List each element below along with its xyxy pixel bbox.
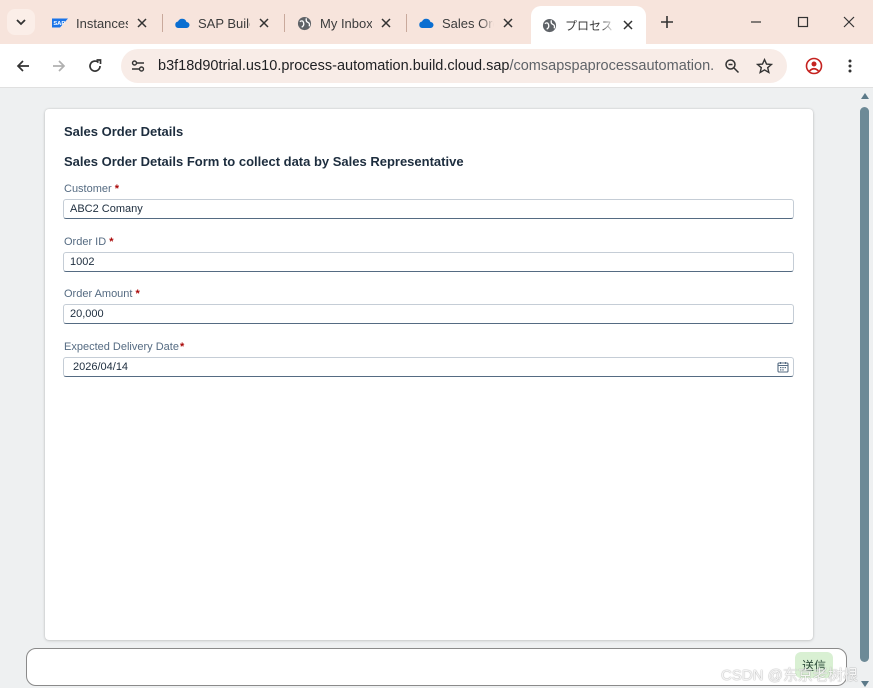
tab-title: Sales Orc xyxy=(442,15,494,31)
minimize-button[interactable] xyxy=(741,8,771,36)
scroll-down-arrow[interactable] xyxy=(861,681,869,687)
order-amount-label: Order Amount * xyxy=(64,288,140,300)
scroll-up-arrow[interactable] xyxy=(861,93,869,99)
close-window-button[interactable] xyxy=(834,8,864,36)
order-amount-label-text: Order Amount xyxy=(64,288,133,300)
form-card: Sales Order Details Sales Order Details … xyxy=(45,109,813,640)
forward-button[interactable] xyxy=(46,53,72,79)
tab-title: Instances xyxy=(76,15,128,31)
customer-value: ABC2 Comany xyxy=(70,203,143,215)
tab-separator xyxy=(162,14,163,32)
cloud-icon xyxy=(418,15,434,31)
customer-label-text: Customer xyxy=(64,183,112,195)
tab-separator xyxy=(406,14,407,32)
customer-input[interactable]: ABC2 Comany xyxy=(63,199,794,219)
close-icon[interactable] xyxy=(134,15,150,31)
close-icon[interactable] xyxy=(500,15,516,31)
zoom-icon xyxy=(725,59,740,74)
tab-search-button[interactable] xyxy=(7,9,35,35)
reload-icon xyxy=(89,59,102,72)
cloud-icon xyxy=(174,15,190,31)
site-settings-icon[interactable] xyxy=(129,57,147,75)
avatar-icon xyxy=(805,57,823,75)
maximize-button[interactable] xyxy=(788,8,818,36)
url-path: /comsapspaprocessautomation.c... xyxy=(509,58,714,74)
url-domain: b3f18d90trial.us10.process-automation.bu… xyxy=(158,58,510,74)
svg-text:SAP: SAP xyxy=(53,21,65,27)
bookmark-button[interactable] xyxy=(754,56,774,76)
order-amount-value: 20,000 xyxy=(70,308,104,320)
required-marker: * xyxy=(179,341,185,353)
zoom-button[interactable] xyxy=(722,56,742,76)
globe-icon xyxy=(296,15,312,31)
menu-button[interactable] xyxy=(837,53,863,79)
watermark: CSDN @东京老树根 xyxy=(721,667,858,684)
required-marker: * xyxy=(109,236,114,248)
arrow-right-icon xyxy=(53,60,66,72)
tab-instances[interactable]: SAP Instances xyxy=(42,6,160,40)
tab-title: プロセスオ- xyxy=(565,18,614,33)
order-id-value: 1002 xyxy=(70,256,95,268)
order-amount-input[interactable]: 20,000 xyxy=(63,304,794,324)
profile-button[interactable] xyxy=(801,53,827,79)
order-id-label: Order ID * xyxy=(64,236,113,248)
star-icon xyxy=(755,57,773,74)
delivery-date-input[interactable]: 2026/04/14 xyxy=(63,357,794,377)
maximize-icon xyxy=(797,16,809,28)
chevron-down-icon xyxy=(16,19,26,26)
close-icon[interactable] xyxy=(256,15,272,31)
close-icon[interactable] xyxy=(620,17,636,33)
address-bar[interactable]: b3f18d90trial.us10.process-automation.bu… xyxy=(121,49,787,83)
tab-strip: SAP Instances SAP Build My Inbox Sales O… xyxy=(0,0,873,44)
new-tab-button[interactable] xyxy=(656,11,678,33)
order-id-input[interactable]: 1002 xyxy=(63,252,794,272)
back-button[interactable] xyxy=(10,53,36,79)
url-text[interactable]: b3f18d90trial.us10.process-automation.bu… xyxy=(158,58,714,74)
tab-sales-order[interactable]: Sales Orc xyxy=(408,6,526,40)
delivery-date-label-text: Expected Delivery Date xyxy=(64,341,179,353)
tab-process-active[interactable]: プロセスオ- xyxy=(531,6,646,44)
sap-logo-icon: SAP xyxy=(52,15,68,31)
arrow-left-icon xyxy=(16,60,29,72)
page-viewport: Sales Order Details Sales Order Details … xyxy=(0,87,873,688)
form-subtitle: Sales Order Details Form to collect data… xyxy=(64,154,464,169)
delivery-date-label: Expected Delivery Date* xyxy=(64,341,184,353)
customer-label: Customer * xyxy=(64,183,119,195)
required-marker: * xyxy=(135,288,140,300)
minimize-icon xyxy=(751,21,761,23)
scroll-thumb[interactable] xyxy=(860,107,869,662)
more-vert-icon xyxy=(848,59,852,73)
calendar-icon[interactable] xyxy=(777,361,789,373)
tab-title: SAP Build xyxy=(198,15,250,31)
order-id-label-text: Order ID xyxy=(64,236,107,248)
tab-title: My Inbox xyxy=(320,15,372,31)
tab-sap-build[interactable]: SAP Build xyxy=(164,6,282,40)
form-title: Sales Order Details xyxy=(64,124,184,139)
vertical-scrollbar[interactable] xyxy=(858,88,873,688)
delivery-date-value: 2026/04/14 xyxy=(73,361,129,373)
plus-icon xyxy=(661,16,673,28)
browser-toolbar: b3f18d90trial.us10.process-automation.bu… xyxy=(0,44,873,87)
reload-button[interactable] xyxy=(82,53,108,79)
required-marker: * xyxy=(114,183,119,195)
tab-my-inbox[interactable]: My Inbox xyxy=(286,6,404,40)
close-icon[interactable] xyxy=(378,15,394,31)
close-icon xyxy=(843,16,855,28)
tab-separator xyxy=(284,14,285,32)
globe-icon xyxy=(541,17,557,33)
